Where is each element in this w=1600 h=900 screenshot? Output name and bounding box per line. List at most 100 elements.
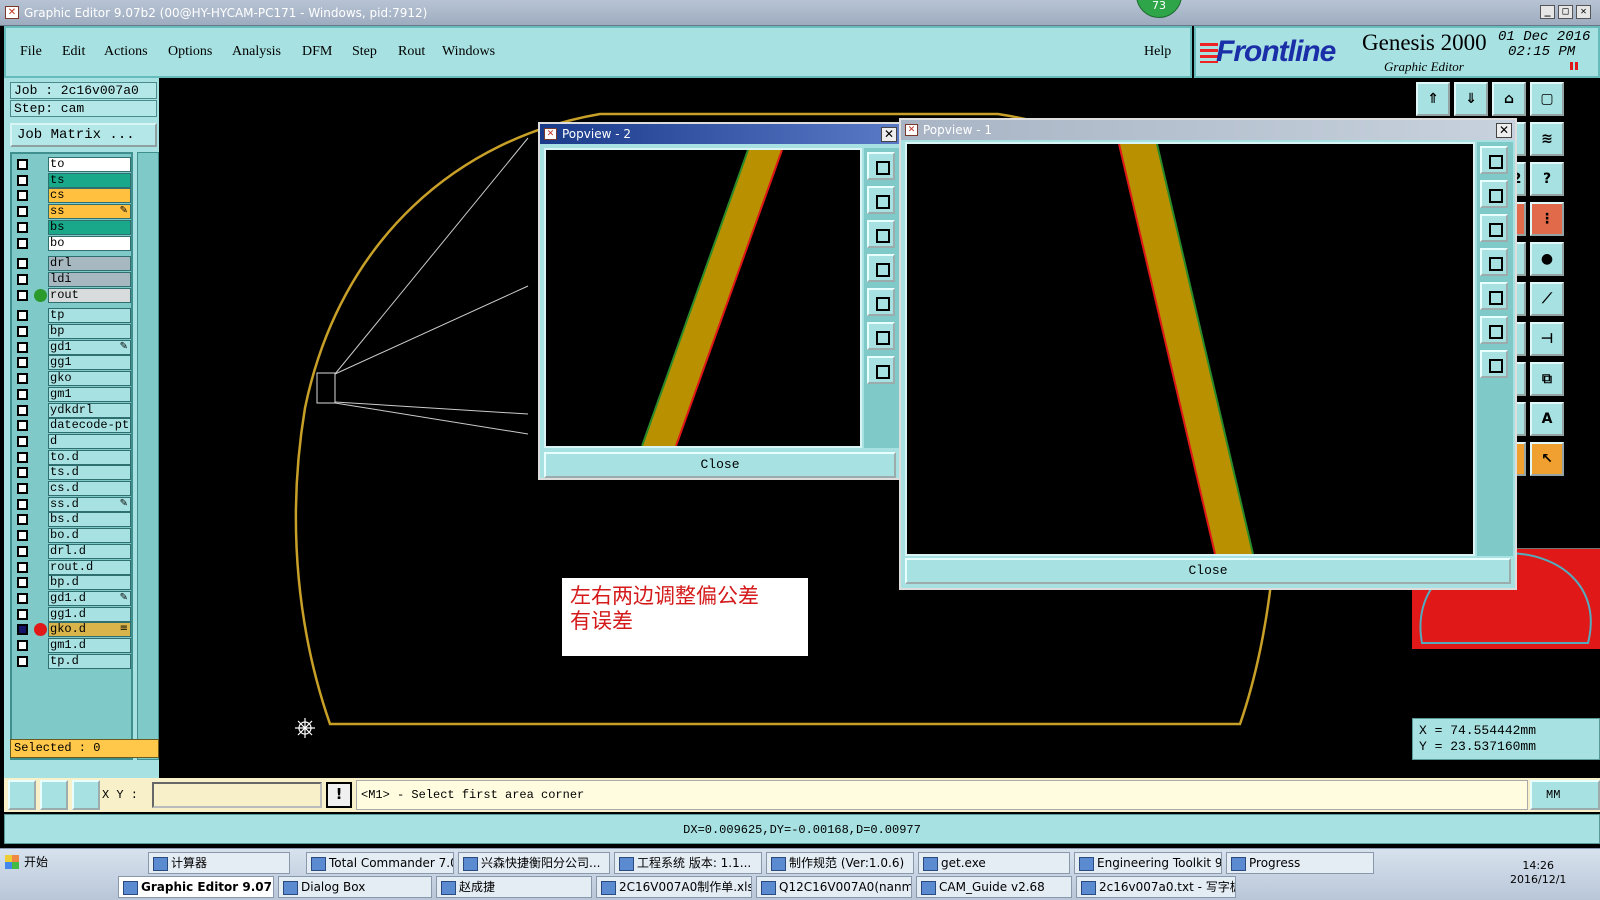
layer-name[interactable]: tp.d [48, 653, 131, 669]
minimize-button[interactable]: _ [1540, 5, 1555, 19]
snap-grid-icon[interactable] [8, 780, 36, 810]
line-blue-icon[interactable]: ⟋ [1530, 282, 1564, 316]
layer-name[interactable]: drl [48, 256, 131, 272]
layer-checkbox[interactable] [17, 577, 28, 589]
menu-analysis[interactable]: Analysis [232, 44, 281, 60]
taskbar-item[interactable]: 制作规范 (Ver:1.0.6) [766, 852, 914, 874]
layer-name[interactable]: bs [48, 219, 131, 235]
layer-row[interactable]: ydkdrl [14, 402, 131, 418]
layer-checkbox[interactable] [17, 237, 28, 249]
layer-name[interactable]: cs.d [48, 481, 131, 496]
taskbar-item[interactable]: 赵成捷 [436, 876, 592, 898]
layer-row[interactable]: bo [14, 235, 131, 251]
layer-name[interactable]: rout [48, 287, 131, 303]
layer-name[interactable]: gg1.d [48, 606, 131, 622]
select-net-icon[interactable]: ↖ [1530, 442, 1564, 476]
layer-name[interactable]: cs [48, 188, 131, 204]
layer-row[interactable]: to [14, 157, 131, 172]
layer-name[interactable]: tp [48, 308, 131, 324]
layer-row[interactable]: gd1.d ✎ [14, 590, 131, 606]
layer-row[interactable]: gko.d ≡ [14, 622, 131, 638]
layer-checkbox[interactable] [17, 258, 28, 270]
layer-checkbox[interactable] [17, 530, 28, 542]
pan-right-icon[interactable] [867, 288, 895, 316]
start-button[interactable]: 开始 [2, 852, 54, 874]
job-matrix-button[interactable]: Job Matrix ... [10, 123, 157, 147]
layer-row[interactable]: rout [14, 287, 131, 303]
snap-center-icon[interactable] [72, 780, 100, 810]
layer-name[interactable]: to [48, 157, 131, 172]
maximize-button[interactable]: □ [1558, 5, 1573, 19]
layer-row[interactable]: gm1.d [14, 638, 131, 653]
popview-1-canvas[interactable] [905, 142, 1475, 556]
pan-down-icon[interactable] [1480, 214, 1508, 242]
layer-row[interactable]: datecode-pt [14, 418, 131, 434]
layer-checkbox[interactable] [17, 373, 28, 385]
layer-checkbox[interactable] [17, 206, 28, 218]
help-icon[interactable]: ? [1530, 162, 1564, 196]
layer-checkbox[interactable] [17, 190, 28, 202]
menu-options[interactable]: Options [168, 44, 212, 60]
layer-checkbox[interactable] [17, 467, 28, 479]
layer-name[interactable]: ss.d ✎ [48, 496, 131, 512]
menu-edit[interactable]: Edit [62, 44, 85, 60]
layer-name[interactable]: bo [48, 235, 131, 251]
text-a-wave-icon[interactable]: A [1530, 402, 1564, 436]
menu-dfm[interactable]: DFM [302, 44, 332, 60]
layer-row[interactable]: drl [14, 256, 131, 272]
zoom-home-icon[interactable] [1480, 350, 1508, 378]
pan-left-icon[interactable] [1480, 248, 1508, 276]
layer-checkbox[interactable] [17, 640, 28, 651]
pan-right-icon[interactable] [1480, 282, 1508, 310]
layer-name[interactable]: bo.d [48, 528, 131, 544]
layer-checkbox[interactable] [17, 404, 28, 416]
layer-row[interactable]: gko [14, 371, 131, 387]
layer-name[interactable]: rout.d [48, 559, 131, 575]
taskbar-item[interactable]: 计算器 [148, 852, 290, 874]
layer-checkbox[interactable] [17, 624, 28, 636]
tool-pan-up-icon[interactable]: ⇑ [1416, 82, 1450, 116]
layers-icon[interactable]: ≋ [1530, 122, 1564, 156]
pan-left-icon[interactable] [867, 254, 895, 282]
layer-row[interactable]: ts.d [14, 465, 131, 481]
layer-checkbox[interactable] [17, 545, 28, 557]
layer-name[interactable]: datecode-pt [48, 418, 131, 434]
layer-name[interactable]: gd1.d ✎ [48, 590, 131, 606]
layer-row[interactable]: gg1 [14, 355, 131, 371]
menu-help[interactable]: Help [1144, 44, 1171, 60]
traffic-light-2-icon[interactable]: ⋮ [1530, 202, 1564, 236]
layer-name[interactable]: bs.d [48, 512, 131, 528]
pan-up-icon[interactable] [1480, 180, 1508, 208]
layer-checkbox[interactable] [17, 435, 28, 447]
layer-row[interactable]: tp [14, 308, 131, 324]
pan-up-icon[interactable] [867, 186, 895, 214]
layer-row[interactable]: bo.d [14, 528, 131, 544]
menu-rout[interactable]: Rout [398, 44, 425, 60]
layer-name[interactable]: ldi [48, 271, 131, 287]
menu-file[interactable]: File [20, 44, 42, 60]
taskbar-item[interactable]: 2c16v007a0.txt - 写字板 [1076, 876, 1236, 898]
copy-icon[interactable]: ⧉ [1530, 362, 1564, 396]
home-icon[interactable]: ⌂ [1492, 82, 1526, 116]
pad-icon[interactable]: ● [1530, 242, 1564, 276]
layer-checkbox[interactable] [17, 655, 28, 667]
units-selector[interactable]: MM [1530, 780, 1600, 810]
taskbar-item[interactable]: 工程系统 版本: 1.1... [614, 852, 762, 874]
zoom-window-icon[interactable] [1480, 146, 1508, 174]
menu-windows[interactable]: Windows [442, 44, 495, 60]
popview-1-close-icon[interactable]: ✕ [1496, 123, 1512, 138]
layer-row[interactable]: bs [14, 219, 131, 235]
layer-checkbox[interactable] [17, 159, 28, 170]
layer-checkbox[interactable] [17, 221, 28, 233]
layer-name[interactable]: ts [48, 172, 131, 188]
taskbar-item[interactable]: get.exe [918, 852, 1070, 874]
layer-checkbox[interactable] [17, 592, 28, 604]
layer-name[interactable]: gg1 [48, 355, 131, 371]
zoom-fit-icon[interactable] [867, 322, 895, 350]
layer-row[interactable]: ss.d ✎ [14, 496, 131, 512]
layer-checkbox[interactable] [17, 420, 28, 432]
layer-name[interactable]: drl.d [48, 543, 131, 559]
warning-icon[interactable]: ! [326, 782, 352, 808]
layer-name[interactable]: gko.d ≡ [48, 622, 131, 638]
close-window-button[interactable]: ✕ [1576, 5, 1591, 19]
